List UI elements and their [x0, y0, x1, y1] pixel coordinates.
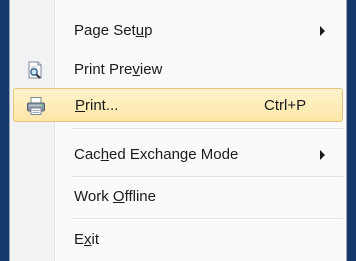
file-menu: Page Setup Print Preview Print... Ctrl+P…: [9, 0, 347, 261]
menu-item-label: Exit: [74, 231, 100, 248]
menu-item-print-preview[interactable]: Print Preview: [13, 53, 343, 87]
menu-separator: [71, 128, 343, 130]
submenu-arrow-icon: [320, 26, 325, 36]
window-background: Page Setup Print Preview Print... Ctrl+P…: [0, 0, 356, 261]
menu-item-label: Print Preview: [74, 61, 163, 78]
menu-item-cached-exchange-mode[interactable]: Cached Exchange Mode: [13, 138, 343, 172]
submenu-arrow-icon: [320, 150, 325, 160]
menu-separator: [71, 218, 343, 220]
shortcut-label: Ctrl+P: [264, 97, 307, 114]
menu-item-exit[interactable]: Exit: [13, 223, 343, 257]
menu-item-page-setup[interactable]: Page Setup: [13, 14, 343, 48]
menu-item-work-offline[interactable]: Work Offline: [13, 180, 343, 214]
menu-item-label: Print...: [75, 97, 119, 114]
menu-separator: [71, 176, 343, 178]
menu-item-label: Cached Exchange Mode: [74, 146, 239, 163]
menu-item-label: Work Offline: [74, 188, 156, 205]
printer-icon: [26, 96, 46, 116]
menu-item-print[interactable]: Print... Ctrl+P: [13, 88, 343, 122]
menu-item-label: Page Setup: [74, 22, 153, 39]
print-preview-icon: [25, 60, 45, 80]
